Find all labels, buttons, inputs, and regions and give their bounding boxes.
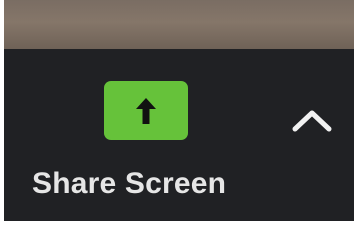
meeting-toolbar: Share Screen (4, 49, 354, 221)
arrow-up-icon (136, 97, 156, 124)
share-screen-icon (104, 81, 188, 140)
screenshot-frame: Share Screen (0, 0, 354, 251)
share-options-chevron-button[interactable] (290, 105, 334, 137)
video-preview-strip (4, 0, 354, 49)
share-screen-button[interactable]: Share Screen (4, 49, 274, 221)
bottom-margin (0, 221, 354, 251)
share-screen-label: Share Screen (32, 167, 227, 200)
chevron-up-icon (292, 110, 332, 132)
